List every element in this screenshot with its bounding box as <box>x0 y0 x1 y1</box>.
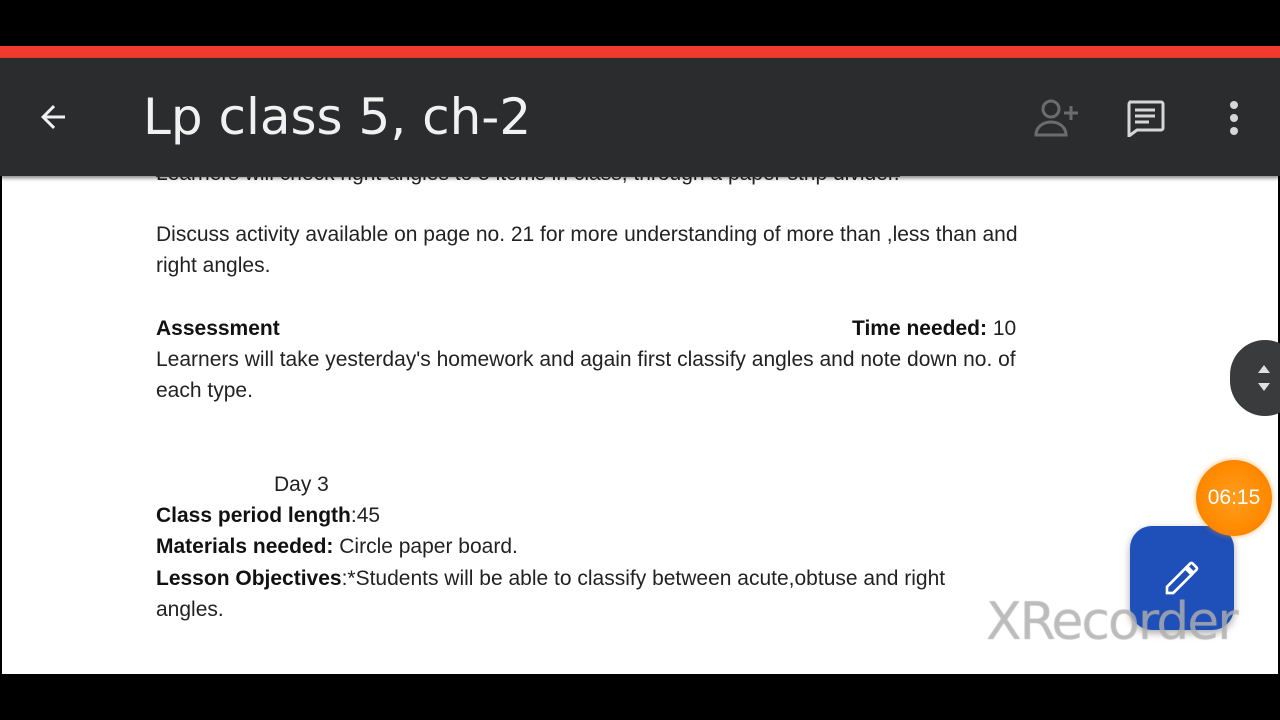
objectives-label: Lesson Objectives <box>156 567 342 590</box>
materials-row: Materials needed: Circle paper board. <box>156 532 518 562</box>
time-needed-value: 10 <box>986 317 1017 340</box>
app-bar: Lp class 5, ch-2 <box>0 58 1280 176</box>
assessment-text-line2: each type. <box>156 379 253 402</box>
class-period-row: Class period length:45 <box>156 501 380 531</box>
more-options-button[interactable] <box>1208 92 1260 144</box>
back-button[interactable] <box>22 86 84 148</box>
add-person-icon <box>1034 99 1078 137</box>
screen-top-bar <box>0 0 1280 46</box>
recording-timer[interactable]: 06:15 <box>1196 460 1272 536</box>
comment-icon <box>1127 100 1165 137</box>
scroll-arrows-icon <box>1258 365 1270 391</box>
share-button[interactable] <box>1030 92 1082 144</box>
back-arrow-icon <box>41 105 65 129</box>
cut-off-text-line: Learners will check right angles to 5 it… <box>156 176 900 189</box>
materials-value: Circle paper board. <box>333 535 518 558</box>
time-needed: Time needed: 10 <box>852 314 1016 344</box>
day-heading: Day 3 <box>274 473 329 496</box>
objectives-row-line2: angles. <box>156 598 224 621</box>
time-needed-label: Time needed: <box>852 317 987 340</box>
assessment-text-line1: Learners will take yesterday's homework … <box>156 348 1016 371</box>
recording-indicator-strip <box>0 46 1280 58</box>
class-period-value: :45 <box>350 504 381 527</box>
recorder-watermark: XRecorder <box>986 592 1239 652</box>
materials-label: Materials needed: <box>156 535 334 558</box>
objectives-row: Lesson Objectives:*Students will be able… <box>156 564 945 594</box>
comment-button[interactable] <box>1119 92 1171 144</box>
assessment-label: Assessment <box>156 317 280 340</box>
discuss-paragraph-line2: right angles. <box>156 254 271 277</box>
document-title: Lp class 5, ch-2 <box>143 88 532 146</box>
assessment-heading: Assessment <box>156 314 280 344</box>
screen-bottom-bar <box>0 674 1280 720</box>
discuss-paragraph-line1: Discuss activity available on page no. 2… <box>156 223 1018 246</box>
more-vert-icon <box>1230 101 1238 135</box>
objectives-value: :*Students will be able to classify betw… <box>341 567 946 590</box>
class-period-label: Class period length <box>156 504 351 527</box>
